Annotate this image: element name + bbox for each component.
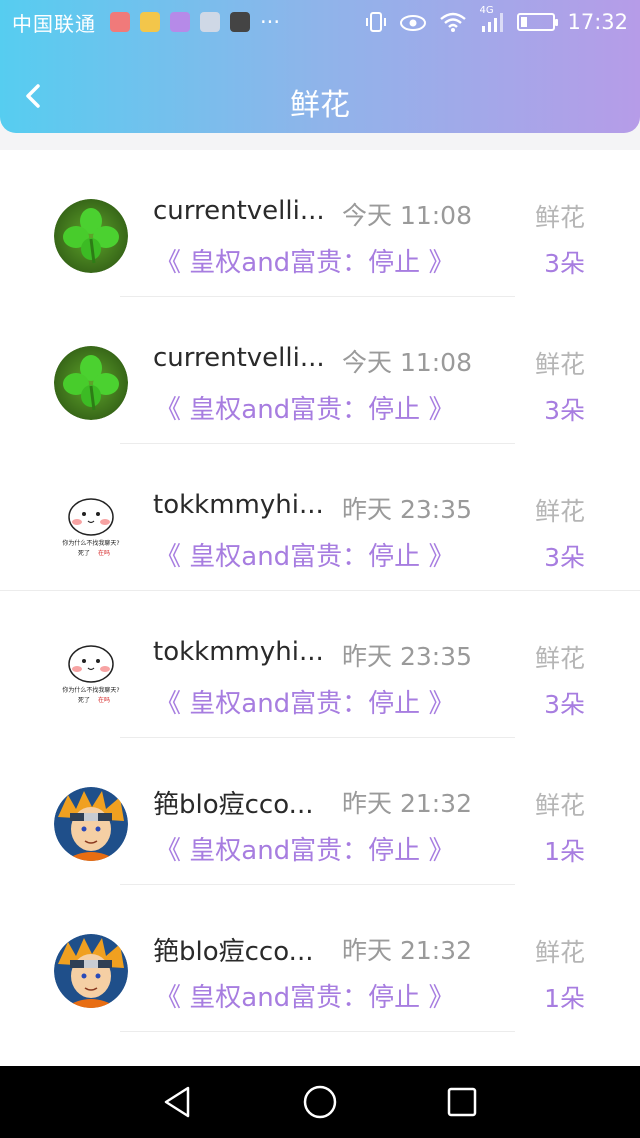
nav-bar: 鲜花 <box>0 62 640 132</box>
svg-text:死了: 死了 <box>78 697 90 704</box>
gift-type-label: 鲜花 <box>534 497 585 526</box>
user-name: 筢blo痘cco... <box>153 790 314 820</box>
list-item[interactable]: currentvelli... 今天 11:08 《 皇权and富贵：停止 》 … <box>0 150 640 297</box>
more-notifications-icon: ··· <box>260 10 281 34</box>
book-title-link[interactable]: 《 皇权and富贵：停止 》 <box>155 977 454 1014</box>
gift-count: 3朵 <box>544 249 585 278</box>
eye-comfort-icon <box>400 15 427 31</box>
timestamp: 今天 11:08 <box>342 201 472 230</box>
avatar <box>54 787 128 861</box>
svg-text:在吗: 在吗 <box>98 696 110 704</box>
header: 中国联通 ··· 4G 17:32 鲜花 <box>0 0 640 133</box>
timestamp: 昨天 23:35 <box>342 642 472 671</box>
user-name: 筢blo痘cco... <box>153 937 314 967</box>
book-title-link[interactable]: 《 皇权and富贵：停止 》 <box>155 536 454 573</box>
notification-app-icon <box>110 12 130 32</box>
system-navigation-bar <box>0 1066 640 1138</box>
timestamp: 昨天 23:35 <box>342 495 472 524</box>
notification-app-icon <box>230 12 250 32</box>
book-title-link[interactable]: 《 皇权and富贵：停止 》 <box>155 242 454 279</box>
page-title: 鲜花 <box>290 88 350 123</box>
home-circle-icon[interactable] <box>302 1084 338 1120</box>
gift-count: 1朵 <box>544 837 585 866</box>
avatar <box>54 199 128 273</box>
svg-text:你为什么不找我聊天?: 你为什么不找我聊天? <box>62 686 119 694</box>
notification-app-icon <box>170 12 190 32</box>
book-title-link[interactable]: 《 皇权and富贵：停止 》 <box>155 830 454 867</box>
gift-type-label: 鲜花 <box>534 350 585 379</box>
wifi-icon <box>440 12 467 32</box>
list-item[interactable]: 筢blo痘cco... 昨天 21:32 《 皇权and富贵：停止 》 鲜花 1… <box>0 885 640 1032</box>
gift-record-list: currentvelli... 今天 11:08 《 皇权and富贵：停止 》 … <box>0 150 640 1066</box>
signal-icon: 4G <box>479 5 505 33</box>
svg-text:死了: 死了 <box>78 550 90 557</box>
gift-count: 3朵 <box>544 396 585 425</box>
timestamp: 昨天 21:32 <box>342 789 472 818</box>
svg-text:你为什么不找我聊天?: 你为什么不找我聊天? <box>62 539 119 547</box>
timestamp: 今天 11:08 <box>342 348 472 377</box>
avatar <box>54 934 128 1008</box>
gift-type-label: 鲜花 <box>534 938 585 967</box>
user-name: tokkmmyhi... <box>153 490 323 520</box>
book-title-link[interactable]: 《 皇权and富贵：停止 》 <box>155 389 454 426</box>
list-item[interactable]: 你为什么不找我聊天? 死了 在吗 tokkmmyhi... 昨天 23:35 《… <box>0 444 640 591</box>
notification-icons: ··· <box>110 10 280 34</box>
gift-type-label: 鲜花 <box>534 791 585 820</box>
back-triangle-icon[interactable] <box>160 1084 196 1120</box>
user-name: currentvelli... <box>153 343 323 373</box>
gift-count: 1朵 <box>544 984 585 1013</box>
gift-count: 3朵 <box>544 543 585 572</box>
timestamp: 昨天 21:32 <box>342 936 472 965</box>
svg-text:在吗: 在吗 <box>98 549 110 557</box>
list-item[interactable]: 你为什么不找我聊天? 死了 在吗 tokkmmyhi... 昨天 23:35 《… <box>0 591 640 738</box>
recents-square-icon[interactable] <box>444 1084 480 1120</box>
gift-type-label: 鲜花 <box>534 203 585 232</box>
avatar <box>54 346 128 420</box>
gift-type-label: 鲜花 <box>534 644 585 673</box>
user-name: tokkmmyhi... <box>153 637 323 667</box>
notification-app-icon <box>200 12 220 32</box>
clock: 17:32 <box>567 10 628 34</box>
avatar: 你为什么不找我聊天? 死了 在吗 <box>54 493 128 567</box>
vibrate-icon <box>366 12 387 32</box>
gift-count: 3朵 <box>544 690 585 719</box>
divider <box>120 1031 515 1032</box>
battery-icon <box>517 13 559 31</box>
avatar: 你为什么不找我聊天? 死了 在吗 <box>54 640 128 714</box>
notification-app-icon <box>140 12 160 32</box>
list-item[interactable]: currentvelli... 今天 11:08 《 皇权and富贵：停止 》 … <box>0 297 640 444</box>
user-name: currentvelli... <box>153 196 323 226</box>
carrier-label: 中国联通 <box>12 11 96 36</box>
status-bar: 中国联通 ··· 4G 17:32 <box>0 0 640 44</box>
book-title-link[interactable]: 《 皇权and富贵：停止 》 <box>155 683 454 720</box>
list-item[interactable]: 筢blo痘cco... 昨天 21:32 《 皇权and富贵：停止 》 鲜花 1… <box>0 738 640 885</box>
